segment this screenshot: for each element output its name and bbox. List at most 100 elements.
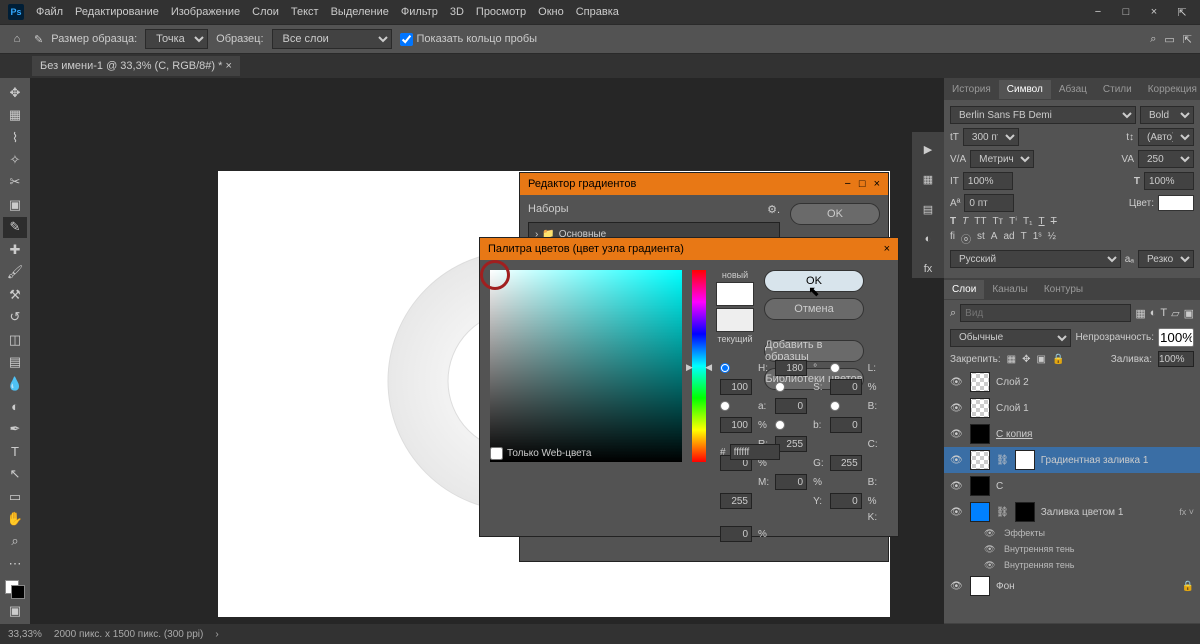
styles-panel-icon[interactable]: fx bbox=[919, 260, 937, 278]
adjust-panel-icon[interactable]: ◐ bbox=[919, 230, 937, 248]
h-radio[interactable] bbox=[720, 363, 730, 373]
window-close[interactable]: × bbox=[1144, 6, 1164, 19]
path-tool[interactable]: ↖ bbox=[3, 463, 27, 484]
tab-character[interactable]: Символ bbox=[999, 80, 1051, 99]
bval-input[interactable] bbox=[720, 417, 752, 433]
color-field[interactable] bbox=[490, 270, 682, 462]
stamp-tool[interactable]: ⚒ bbox=[3, 284, 27, 305]
history-brush-tool[interactable]: ↺ bbox=[3, 306, 27, 327]
sample-layers-dropdown[interactable]: Все слои bbox=[272, 29, 392, 49]
menu-window[interactable]: Окно bbox=[538, 6, 564, 18]
visibility-icon[interactable]: 👁 bbox=[950, 481, 964, 492]
filter-smart-icon[interactable]: ▣ bbox=[1184, 307, 1194, 320]
underline-toggle[interactable]: T bbox=[1039, 216, 1045, 227]
vscale[interactable] bbox=[963, 172, 1013, 190]
search-icon[interactable]: ⌕ bbox=[1150, 33, 1156, 46]
a-input[interactable] bbox=[775, 398, 807, 414]
menu-text[interactable]: Текст bbox=[291, 6, 319, 18]
color-picker-close[interactable]: × bbox=[884, 243, 890, 255]
italic-toggle[interactable]: T bbox=[962, 216, 968, 227]
layer-row[interactable]: 👁⛓Градиентная заливка 1 bbox=[944, 447, 1200, 473]
document-tab[interactable]: Без имени-1 @ 33,3% (C, RGB/8#) * × bbox=[32, 56, 240, 76]
current-color-swatch[interactable] bbox=[716, 308, 754, 332]
gradient-tool[interactable]: ▤ bbox=[3, 351, 27, 372]
color-cancel-button[interactable]: Отмена bbox=[764, 298, 864, 320]
text-color-swatch[interactable] bbox=[1158, 195, 1194, 211]
filter-pixel-icon[interactable]: ▦ bbox=[1135, 307, 1145, 320]
heal-tool[interactable]: ✚ bbox=[3, 239, 27, 260]
layer-row[interactable]: 👁Слой 2 bbox=[944, 369, 1200, 395]
dodge-tool[interactable]: ◐ bbox=[3, 396, 27, 417]
layer-search[interactable] bbox=[960, 304, 1131, 322]
fx-header[interactable]: 👁Эффекты bbox=[944, 525, 1200, 541]
color-panel-icon[interactable]: ▦ bbox=[919, 170, 937, 188]
swatch-panel-icon[interactable]: ▤ bbox=[919, 200, 937, 218]
tab-channels[interactable]: Каналы bbox=[984, 280, 1036, 299]
bold-toggle[interactable]: T bbox=[950, 216, 956, 227]
layer-row[interactable]: 👁Фон🔒 bbox=[944, 573, 1200, 599]
shape-tool[interactable]: ▭ bbox=[3, 486, 27, 507]
lang-dropdown[interactable]: Русский bbox=[950, 250, 1121, 268]
pen-tool[interactable]: ✒ bbox=[3, 419, 27, 440]
move-tool[interactable]: ✥ bbox=[3, 82, 27, 103]
filter-type-icon[interactable]: T bbox=[1160, 307, 1167, 320]
workspace-icon[interactable]: ▭ bbox=[1164, 33, 1174, 46]
share-doc-icon[interactable]: ⇱ bbox=[1183, 33, 1192, 46]
blur-tool[interactable]: 💧 bbox=[3, 374, 27, 395]
visibility-icon[interactable]: 👁 bbox=[950, 377, 964, 388]
menu-filter[interactable]: Фильтр bbox=[401, 6, 438, 18]
quick-mask[interactable]: ▣ bbox=[3, 600, 27, 621]
eyedropper-tool[interactable]: ✎ bbox=[3, 217, 27, 238]
lock-position-icon[interactable]: ✥ bbox=[1022, 354, 1030, 365]
layer-row[interactable]: 👁C bbox=[944, 473, 1200, 499]
filter-shape-icon[interactable]: ▱ bbox=[1171, 307, 1179, 320]
layer-row[interactable]: 👁С копия bbox=[944, 421, 1200, 447]
type-tool[interactable]: T bbox=[3, 441, 27, 462]
lab-b-radio[interactable] bbox=[775, 420, 785, 430]
hex-input[interactable] bbox=[730, 444, 780, 460]
wand-tool[interactable]: ✧ bbox=[3, 149, 27, 170]
eraser-tool[interactable]: ◫ bbox=[3, 329, 27, 350]
frame-tool[interactable]: ▣ bbox=[3, 194, 27, 215]
g-input[interactable] bbox=[830, 455, 862, 471]
l-radio[interactable] bbox=[830, 363, 840, 373]
font-weight-dropdown[interactable]: Bold bbox=[1140, 106, 1194, 124]
visibility-icon[interactable]: 👁 bbox=[950, 429, 964, 440]
tab-layers[interactable]: Слои bbox=[944, 280, 984, 299]
show-ring-checkbox[interactable]: Показать кольцо пробы bbox=[400, 33, 538, 46]
lock-artboard-icon[interactable]: ▣ bbox=[1037, 354, 1046, 365]
blend-mode-dropdown[interactable]: Обычные bbox=[950, 329, 1071, 347]
hscale[interactable] bbox=[1144, 172, 1194, 190]
superscript-toggle[interactable]: Tⁱ bbox=[1009, 216, 1017, 227]
menu-file[interactable]: Файл bbox=[36, 6, 63, 18]
tab-styles[interactable]: Стили bbox=[1095, 80, 1140, 99]
k-input[interactable] bbox=[720, 526, 752, 542]
s-input[interactable] bbox=[830, 379, 862, 395]
strike-toggle[interactable]: T bbox=[1051, 216, 1057, 227]
gradient-ok-button[interactable]: OK bbox=[790, 203, 880, 225]
smallcaps-toggle[interactable]: Tᴛ bbox=[992, 216, 1003, 227]
visibility-icon[interactable]: 👁 bbox=[950, 507, 964, 518]
lasso-tool[interactable]: ⌇ bbox=[3, 127, 27, 148]
tab-history[interactable]: История bbox=[944, 80, 999, 99]
font-size[interactable]: 300 пт bbox=[963, 128, 1019, 146]
window-maximize[interactable]: □ bbox=[1116, 6, 1136, 19]
hand-tool[interactable]: ✋ bbox=[3, 508, 27, 529]
leading[interactable]: (Авто) bbox=[1138, 128, 1194, 146]
dialog-minimize[interactable]: − bbox=[844, 178, 850, 190]
tab-close-icon[interactable]: × bbox=[225, 60, 231, 72]
visibility-icon[interactable]: 👁 bbox=[950, 455, 964, 466]
play-icon[interactable]: ▶ bbox=[919, 140, 937, 158]
menu-edit[interactable]: Редактирование bbox=[75, 6, 159, 18]
sample-size-dropdown[interactable]: Точка bbox=[145, 29, 208, 49]
visibility-icon[interactable]: 👁 bbox=[950, 403, 964, 414]
s-radio[interactable] bbox=[775, 382, 785, 392]
visibility-icon[interactable]: 👁 bbox=[950, 581, 964, 592]
menu-3d[interactable]: 3D bbox=[450, 6, 464, 18]
tracking[interactable]: 250 bbox=[1138, 150, 1194, 168]
filter-adjust-icon[interactable]: ◐ bbox=[1150, 307, 1157, 320]
a-radio[interactable] bbox=[720, 401, 730, 411]
subscript-toggle[interactable]: T₁ bbox=[1023, 216, 1032, 227]
tab-paths[interactable]: Контуры bbox=[1036, 280, 1091, 299]
menu-select[interactable]: Выделение bbox=[331, 6, 389, 18]
